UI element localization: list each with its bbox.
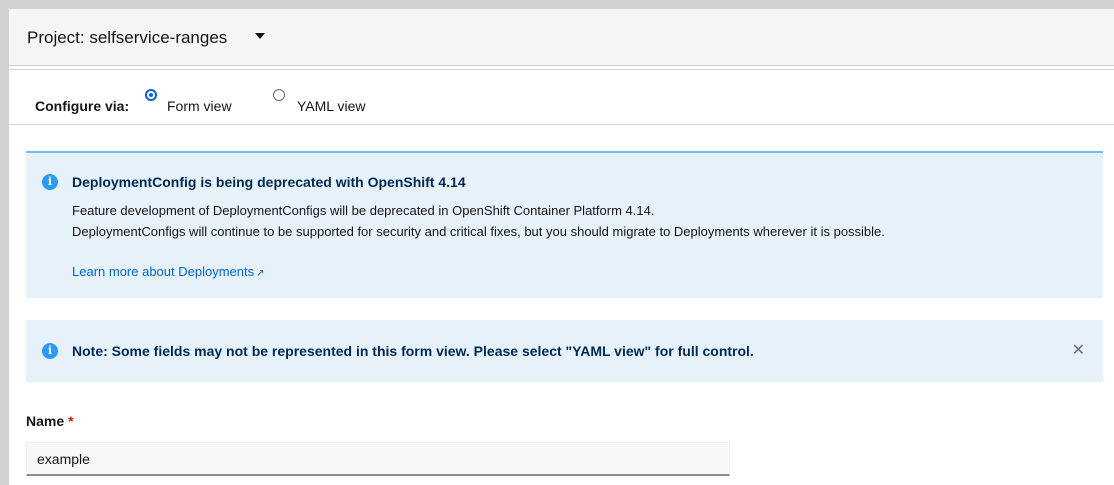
close-icon[interactable]: ✕ [1072,340,1085,360]
info-icon: i [42,174,58,190]
required-indicator: * [68,413,74,429]
top-border [0,0,1114,9]
project-selector[interactable]: Project: selfservice-ranges [27,28,227,48]
alert-description-line2: DeploymentConfigs will continue to be su… [72,224,885,239]
deployment-form-page: Project: selfservice-ranges Configure vi… [9,9,1114,485]
external-link-icon[interactable]: ↗ [256,268,264,279]
name-label-text: Name [26,413,65,429]
name-input[interactable] [26,442,730,476]
left-border [0,9,9,485]
project-bar: Project: selfservice-ranges [9,9,1114,66]
form-view-radio[interactable] [145,89,157,101]
alert-description-line1: Feature development of DeploymentConfigs… [72,203,655,218]
yaml-view-radio[interactable] [273,89,285,101]
configure-via-row: Configure via: Form view YAML view [9,70,1114,125]
info-icon: i [42,343,58,359]
learn-more-link[interactable]: Learn more about Deployments ↗ [72,264,265,279]
note-alert-title: Note: Some fields may not be represented… [72,343,754,359]
name-field-label: Name * [26,413,74,429]
note-alert: i Note: Some fields may not be represent… [26,320,1103,382]
yaml-view-label[interactable]: YAML view [297,98,365,114]
deprecation-alert: i DeploymentConfig is being deprecated w… [26,151,1103,298]
learn-more-link-text[interactable]: Learn more about Deployments [72,264,254,279]
configure-via-label: Configure via: [35,98,130,114]
form-content: i DeploymentConfig is being deprecated w… [9,125,1114,485]
form-view-label[interactable]: Form view [167,98,232,114]
alert-title: DeploymentConfig is being deprecated wit… [72,174,466,190]
caret-down-icon[interactable] [255,33,265,39]
